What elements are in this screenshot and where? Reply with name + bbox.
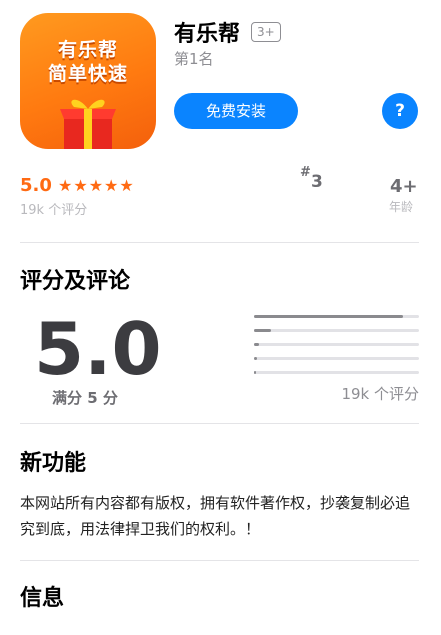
rating-bar-fill <box>254 329 271 332</box>
app-icon-text-line1: 有乐帮 <box>57 39 118 61</box>
app-icon: 有乐帮 简单快速 <box>20 13 156 149</box>
divider <box>20 423 419 424</box>
average-score: 5.0 <box>34 307 162 391</box>
chart-rank-label: 第1名 <box>174 50 214 68</box>
rating-count: 19k 个评分 <box>20 203 88 218</box>
rating-bar-4-star <box>254 329 419 332</box>
divider <box>20 560 419 561</box>
ratings-section-title: 评分及评论 <box>20 269 131 294</box>
whats-new-title: 新功能 <box>20 451 87 476</box>
rank-number: 3 <box>311 172 323 192</box>
rating-bar-5-star <box>254 315 419 318</box>
rank-hash-symbol: # <box>300 165 311 180</box>
gift-box-icon <box>60 99 116 149</box>
rating-bar-fill <box>254 343 259 346</box>
rating-bar-fill <box>254 315 403 318</box>
age-value: 4+ <box>390 176 418 197</box>
app-title: 有乐帮 <box>174 22 241 47</box>
age-rating-badge: 3+ <box>251 22 281 42</box>
info-section-title: 信息 <box>20 586 65 611</box>
rating-bar-fill <box>254 371 256 374</box>
rating-value: 5.0 <box>20 175 52 196</box>
rating-bar-fill <box>254 357 258 360</box>
whats-new-text: 本网站所有内容都有版权，拥有软件著作权，抄袭复制必追究到底，用法律捍卫我们的权利… <box>20 494 411 538</box>
install-button[interactable]: 免费安装 <box>174 93 298 129</box>
divider <box>20 242 419 243</box>
score-out-of: 满分 5 分 <box>52 389 118 407</box>
star-rating-icon: ★★★★★ <box>58 176 135 195</box>
age-label: 年龄 <box>389 200 414 214</box>
app-icon-text-line2: 简单快速 <box>47 63 128 85</box>
help-button[interactable]: ? <box>382 93 418 129</box>
rating-bar-2-star <box>254 357 419 360</box>
rating-bar-3-star <box>254 343 419 346</box>
total-ratings: 19k 个评分 <box>341 385 419 403</box>
rating-bar-1-star <box>254 371 419 374</box>
